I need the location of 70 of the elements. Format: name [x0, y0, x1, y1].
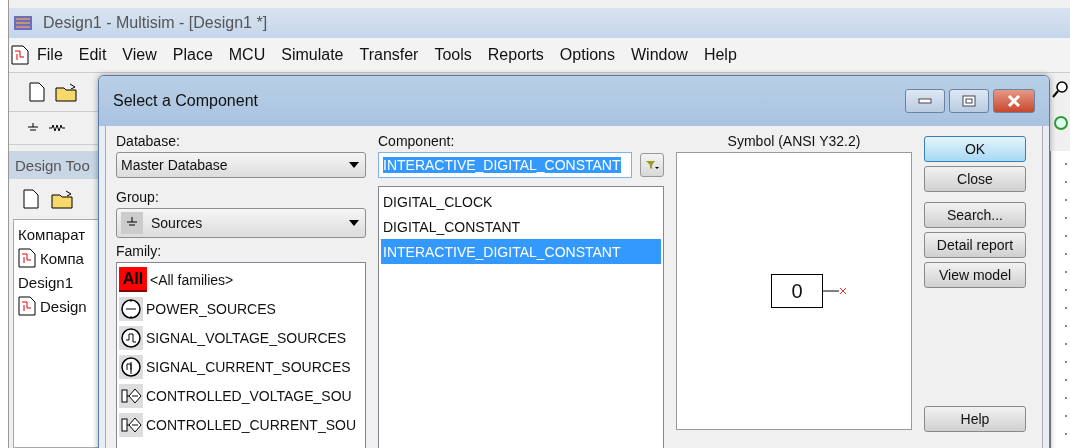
menu-item[interactable]: Tools	[426, 46, 480, 64]
minimize-button[interactable]	[905, 89, 945, 113]
menu-item[interactable]: MCU	[220, 46, 274, 64]
all-badge: All	[119, 267, 147, 292]
controlled-source-icon	[119, 383, 143, 408]
family-item[interactable]: <All families>	[150, 271, 234, 288]
current-source-icon	[119, 354, 143, 379]
group-dropdown[interactable]: Sources	[116, 208, 366, 238]
new-file-icon[interactable]	[23, 189, 39, 209]
power-source-icon	[119, 296, 143, 321]
tree-item[interactable]: Компарат	[18, 225, 86, 243]
family-item[interactable]: CONTROLLED_VOLTAGE_SOU	[146, 387, 352, 404]
caret-icon	[349, 220, 359, 226]
tree-item[interactable]: Компа	[40, 249, 84, 267]
new-file-icon[interactable]	[29, 82, 45, 102]
app-icon	[13, 14, 33, 32]
menu-item[interactable]: Place	[164, 46, 221, 64]
family-label: Family:	[116, 242, 163, 261]
family-item[interactable]: CONTROLLED_CURRENT_SOU	[146, 416, 357, 433]
maximize-icon	[962, 95, 976, 107]
ring-icon[interactable]	[1052, 115, 1068, 131]
menu-item[interactable]: Options	[551, 46, 623, 64]
caret-icon	[349, 162, 359, 168]
close-button[interactable]	[993, 89, 1035, 113]
resistor-symbol-icon[interactable]	[49, 123, 65, 133]
component-item[interactable]: DIGITAL_CONSTANT	[381, 214, 661, 239]
panel-title: Design Too	[15, 156, 90, 174]
menu-item[interactable]: Transfer	[351, 46, 427, 64]
component-label: Component:	[378, 132, 456, 151]
schematic-file-icon	[18, 248, 36, 268]
maximize-button[interactable]	[949, 89, 989, 113]
dialog-button[interactable]: Search...	[924, 202, 1026, 228]
menu-item[interactable]: Edit	[70, 46, 115, 64]
database-dropdown[interactable]: Master Database	[116, 152, 366, 178]
ground-symbol-icon	[121, 212, 143, 234]
square-wave-source-icon	[119, 325, 143, 350]
dialog-title: Select a Component	[113, 92, 258, 110]
symbol-label: Symbol (ANSI Y32.2)	[726, 132, 862, 151]
filter-icon	[645, 159, 660, 171]
open-folder-icon[interactable]	[55, 82, 79, 102]
database-label: Database:	[116, 132, 181, 151]
menu-item[interactable]: Simulate	[273, 46, 352, 64]
dialog-button[interactable]: Close	[924, 166, 1026, 192]
dialog-button[interactable]: View model	[924, 262, 1026, 288]
controlled-source-icon	[119, 412, 143, 437]
dialog-button[interactable]: Help	[924, 406, 1026, 432]
minimize-icon	[918, 98, 932, 104]
menu-item[interactable]: View	[114, 46, 165, 64]
group-label: Group:	[116, 188, 160, 207]
menu-item[interactable]: Help	[695, 46, 745, 64]
menu-item[interactable]: File	[29, 46, 71, 64]
tree-item[interactable]: Design1	[18, 273, 74, 291]
ground-symbol-icon[interactable]	[27, 122, 39, 134]
window-title: Design1 - Multisim - [Design1 *]	[43, 14, 268, 32]
pin-icon	[823, 286, 849, 296]
filter-button[interactable]	[640, 153, 664, 177]
menu-item[interactable]: Reports	[479, 46, 552, 64]
family-item[interactable]: SIGNAL_CURRENT_SOURCES	[146, 358, 351, 375]
component-item[interactable]: DIGITAL_CLOCK	[381, 189, 661, 214]
symbol-value: 0	[771, 274, 823, 308]
open-folder-icon[interactable]	[51, 189, 75, 209]
dialog-button[interactable]: Detail report	[924, 232, 1026, 258]
tree-item[interactable]: Design	[40, 297, 87, 315]
zoom-icon[interactable]	[1052, 81, 1068, 99]
dialog-button[interactable]: OK	[924, 136, 1026, 162]
close-icon	[1007, 95, 1021, 107]
family-item[interactable]: POWER_SOURCES	[146, 300, 276, 317]
family-item[interactable]: SIGNAL_VOLTAGE_SOURCES	[146, 329, 347, 346]
menu-item[interactable]: Window	[623, 46, 696, 64]
schematic-file-icon	[18, 296, 36, 316]
